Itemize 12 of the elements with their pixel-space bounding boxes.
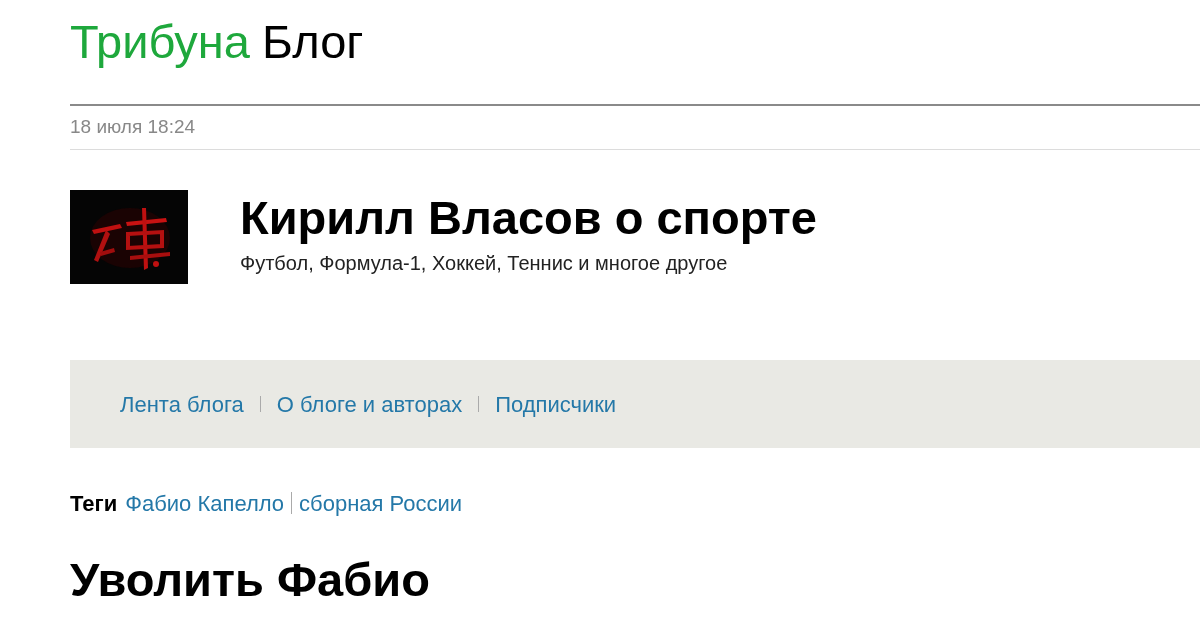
nav-link[interactable]: Подписчики: [495, 387, 617, 421]
tag-link[interactable]: сборная России: [299, 486, 463, 520]
logo-section[interactable]: Блог: [261, 14, 364, 70]
logo-brand[interactable]: Трибуна: [70, 14, 250, 70]
post-date: 18 июля 18:24: [70, 115, 196, 140]
post-title: Уволить Фабио: [70, 552, 431, 608]
nav-link[interactable]: О блоге и авторах: [276, 387, 463, 421]
tags-label: Теги: [70, 489, 118, 518]
blog-subtitle: Футбол, Формула-1, Хоккей, Теннис и многое другое: [240, 251, 729, 276]
tag-link[interactable]: Фабио Капелло: [125, 486, 285, 520]
blog-title: Кирилл Власов о спорте: [240, 190, 817, 246]
nav-link[interactable]: Лента блога: [120, 387, 244, 421]
